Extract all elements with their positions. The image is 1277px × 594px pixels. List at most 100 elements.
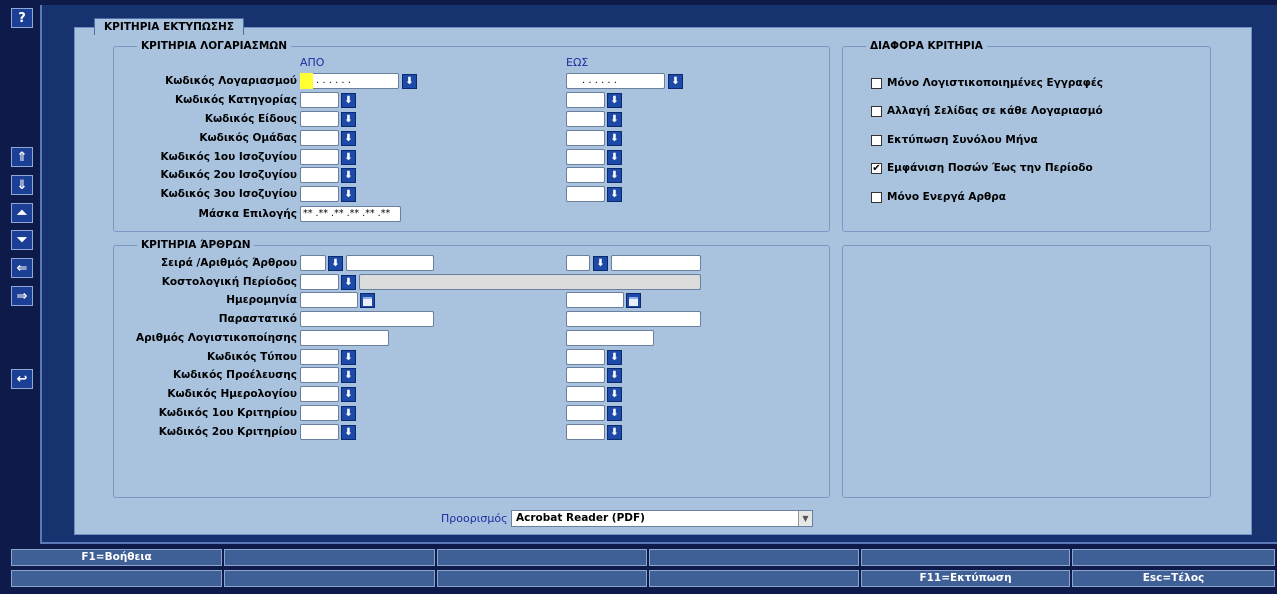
f1-help-button[interactable]: F1=Βοήθεια (11, 549, 222, 566)
destination-select[interactable]: Acrobat Reader (PDF) ▼ (511, 510, 813, 527)
series-from-input[interactable] (300, 255, 326, 271)
balance2-label: Κωδικός 2ου Ισοζυγίου (160, 169, 297, 181)
balance1-label: Κωδικός 1ου Ισοζυγίου (160, 151, 297, 163)
active-only-checkbox[interactable] (871, 191, 882, 203)
criterion2-to-input[interactable] (566, 424, 605, 440)
balance1-from-lov-icon[interactable]: ⬇ (341, 150, 356, 165)
series-to-lov-icon[interactable]: ⬇ (593, 256, 608, 271)
balance3-to-lov-icon[interactable]: ⬇ (607, 187, 622, 202)
journal-code-from-lov-icon[interactable]: ⬇ (341, 387, 356, 402)
criterion1-to-input[interactable] (566, 405, 605, 421)
origin-code-from-input[interactable] (300, 367, 339, 383)
type-code-from-lov-icon[interactable]: ⬇ (341, 350, 356, 365)
next-block-button[interactable]: ⏷ (11, 230, 33, 250)
journal-code-to-lov-icon[interactable]: ⬇ (607, 387, 622, 402)
mask-input[interactable]: ** .** .** .** .** .** (300, 206, 401, 222)
group-from-input[interactable] (300, 130, 339, 146)
series-to-input[interactable] (566, 255, 590, 271)
option-month-total[interactable]: Εκτύπωση Συνόλου Μήνα (871, 134, 1038, 146)
option-posted-only[interactable]: Μόνο Λογιστικοποιημένες Εγγραφές (871, 77, 1103, 89)
balance3-from-lov-icon[interactable]: ⬇ (341, 187, 356, 202)
esc-exit-button[interactable]: Esc=Τέλος (1072, 570, 1275, 587)
amounts-to-period-checkbox[interactable]: ✔ (871, 162, 882, 174)
category-from-input[interactable] (300, 92, 339, 108)
journal-code-from-input[interactable] (300, 386, 339, 402)
period-lov-icon[interactable]: ⬇ (341, 275, 356, 290)
posted-only-checkbox[interactable] (871, 77, 882, 89)
origin-code-from-lov-icon[interactable]: ⬇ (341, 368, 356, 383)
account-code-to-input[interactable]: . . . . . . (566, 73, 665, 89)
group-from-lov-icon[interactable]: ⬇ (341, 131, 356, 146)
balance1-to-input[interactable] (566, 149, 605, 165)
fkey-row1-slot4[interactable] (649, 549, 859, 566)
posting-number-from-input[interactable] (300, 330, 389, 346)
date-to-calendar-icon[interactable] (626, 293, 641, 308)
category-from-lov-icon[interactable]: ⬇ (341, 93, 356, 108)
balance2-to-lov-icon[interactable]: ⬇ (607, 168, 622, 183)
back-button[interactable]: ↩ (11, 369, 33, 389)
page-break-checkbox[interactable] (871, 105, 882, 117)
fkey-row1-slot6[interactable] (1072, 549, 1275, 566)
f11-print-button[interactable]: F11=Εκτύπωση (861, 570, 1070, 587)
criterion1-from-lov-icon[interactable]: ⬇ (341, 406, 356, 421)
left-arrow-button[interactable]: ⇐ (11, 258, 33, 278)
type-code-to-lov-icon[interactable]: ⬇ (607, 350, 622, 365)
origin-code-to-lov-icon[interactable]: ⬇ (607, 368, 622, 383)
group-to-input[interactable] (566, 130, 605, 146)
fkey-row1-slot2[interactable] (224, 549, 435, 566)
type-from-lov-icon[interactable]: ⬇ (341, 112, 356, 127)
category-to-input[interactable] (566, 92, 605, 108)
balance2-to-input[interactable] (566, 167, 605, 183)
document-to-input[interactable] (566, 311, 701, 327)
previous-block-button[interactable]: ⏶ (11, 203, 33, 223)
month-total-checkbox[interactable] (871, 134, 882, 146)
criterion2-from-lov-icon[interactable]: ⬇ (341, 425, 356, 440)
fkey-row2-slot4[interactable] (649, 570, 859, 587)
balance3-from-input[interactable] (300, 186, 339, 202)
type-code-to-input[interactable] (566, 349, 605, 365)
next-record-button[interactable]: ⇓ (11, 175, 33, 195)
criterion2-from-input[interactable] (300, 424, 339, 440)
series-from-lov-icon[interactable]: ⬇ (328, 256, 343, 271)
option-amounts-to-period[interactable]: ✔ Εμφάνιση Ποσών Έως την Περίοδο (871, 162, 1093, 174)
date-from-calendar-icon[interactable] (360, 293, 375, 308)
right-arrow-button[interactable]: ⇒ (11, 286, 33, 306)
type-from-input[interactable] (300, 111, 339, 127)
criterion1-from-input[interactable] (300, 405, 339, 421)
criterion1-to-lov-icon[interactable]: ⬇ (607, 406, 622, 421)
origin-code-to-input[interactable] (566, 367, 605, 383)
category-to-lov-icon[interactable]: ⬇ (607, 93, 622, 108)
panel-tab-print-criteria[interactable]: ΚΡΙΤΗΡΙΑ ΕΚΤΥΠΩΣΗΣ (94, 18, 244, 35)
date-to-input[interactable] (566, 292, 624, 308)
type-to-input[interactable] (566, 111, 605, 127)
account-code-to-lov-icon[interactable]: ⬇ (668, 74, 683, 89)
fkey-row2-slot1[interactable] (11, 570, 222, 587)
fkey-row2-slot3[interactable] (437, 570, 647, 587)
type-code-from-input[interactable] (300, 349, 339, 365)
balance2-from-lov-icon[interactable]: ⬇ (341, 168, 356, 183)
article-number-from-input[interactable] (346, 255, 434, 271)
date-from-input[interactable] (300, 292, 358, 308)
balance1-from-input[interactable] (300, 149, 339, 165)
fkey-row1-slot5[interactable] (861, 549, 1070, 566)
period-input[interactable] (300, 274, 339, 290)
document-from-input[interactable] (300, 311, 434, 327)
fkey-row2-slot2[interactable] (224, 570, 435, 587)
type-to-lov-icon[interactable]: ⬇ (607, 112, 622, 127)
balance1-to-lov-icon[interactable]: ⬇ (607, 150, 622, 165)
journal-code-to-input[interactable] (566, 386, 605, 402)
fkey-row1-slot3[interactable] (437, 549, 647, 566)
account-code-from-input[interactable]: . . . . . . (300, 73, 399, 89)
option-active-only[interactable]: Μόνο Ενεργά Αρθρα (871, 191, 1006, 203)
help-button[interactable]: ? (11, 8, 33, 28)
posting-number-to-input[interactable] (566, 330, 654, 346)
balance2-from-input[interactable] (300, 167, 339, 183)
criterion2-to-lov-icon[interactable]: ⬇ (607, 425, 622, 440)
option-page-break[interactable]: Αλλαγή Σελίδας σε κάθε Λογαριασμό (871, 105, 1103, 117)
group-to-lov-icon[interactable]: ⬇ (607, 131, 622, 146)
article-number-to-input[interactable] (611, 255, 701, 271)
balance3-to-input[interactable] (566, 186, 605, 202)
chevron-down-icon[interactable]: ▼ (798, 511, 812, 526)
account-code-from-lov-icon[interactable]: ⬇ (402, 74, 417, 89)
first-record-button[interactable]: ⇑ (11, 147, 33, 167)
